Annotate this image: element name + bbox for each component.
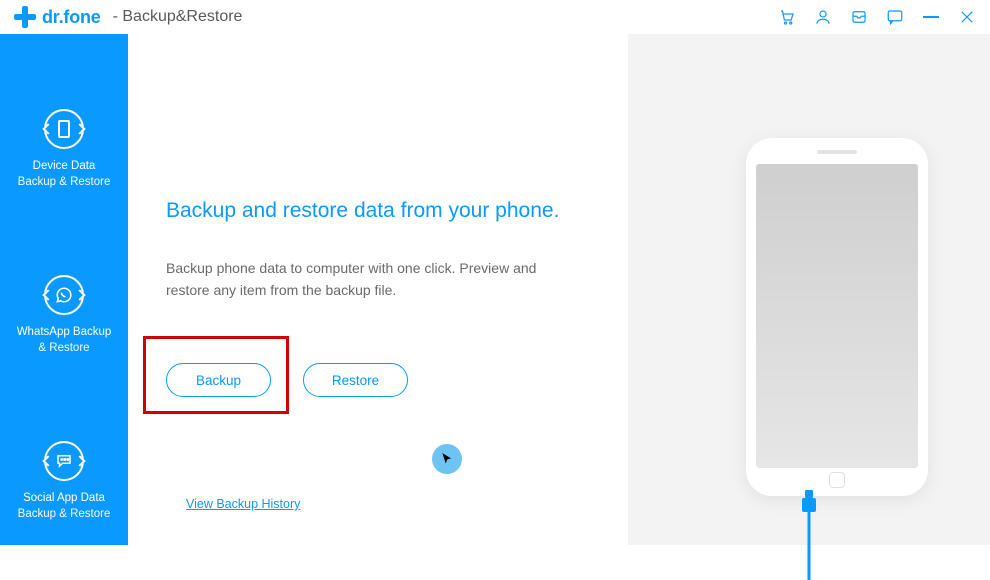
restore-button[interactable]: Restore [303,363,408,397]
phone-home-button [829,472,845,488]
social-app-icon [44,441,84,481]
sidebar: Device Data Backup & Restore WhatsApp Ba… [0,34,128,545]
brand-logo: dr.fone - Backup&Restore [14,6,242,28]
account-icon[interactable] [814,8,832,26]
usb-cable-icon [799,490,819,580]
sidebar-item-label: Device Data [18,159,111,175]
device-preview-panel [628,34,990,545]
app-window: dr.fone - Backup&Restore [0,0,990,545]
cart-icon[interactable] [778,8,796,26]
app-body: Device Data Backup & Restore WhatsApp Ba… [0,34,990,545]
sidebar-item-label: WhatsApp Backup [17,325,112,341]
sidebar-item-whatsapp[interactable]: WhatsApp Backup & Restore [11,275,118,356]
sidebar-item-label: Social App Data [18,491,111,507]
logo-cross-icon [14,6,36,28]
titlebar: dr.fone - Backup&Restore [0,0,990,34]
close-button[interactable] [958,8,976,26]
sidebar-item-social-app[interactable]: Social App Data Backup & Restore [12,441,117,522]
phone-mockup [746,138,928,496]
brand-text: dr.fone [42,7,101,28]
sidebar-item-label: Backup & Restore [18,175,111,191]
feedback-icon[interactable] [886,8,904,26]
page-heading: Backup and restore data from your phone. [166,199,628,223]
sidebar-item-device-data[interactable]: Device Data Backup & Restore [12,109,117,190]
device-data-icon [44,109,84,149]
minimize-button[interactable] [922,8,940,26]
action-buttons: Backup Restore [166,363,628,397]
sidebar-item-label: & Restore [17,341,112,357]
inbox-icon[interactable] [850,8,868,26]
backup-button[interactable]: Backup [166,363,271,397]
main-left: Backup and restore data from your phone.… [128,34,628,545]
view-backup-history-link[interactable]: View Backup History [186,497,300,511]
title-suffix: - Backup&Restore [113,8,243,26]
whatsapp-backup-icon [44,275,84,315]
main: Backup and restore data from your phone.… [128,34,990,545]
page-description: Backup phone data to computer with one c… [166,258,576,301]
phone-screen [756,164,918,468]
titlebar-actions [778,8,976,26]
sidebar-item-label: Backup & Restore [18,507,111,523]
